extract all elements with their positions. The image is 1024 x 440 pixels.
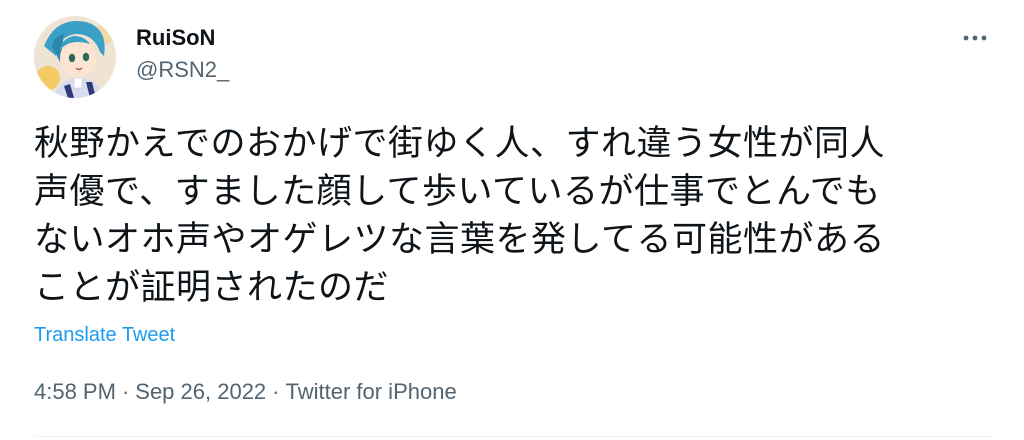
tweet-text-line: 声優で、すました顔して歩いているが仕事でとんでも (34, 172, 881, 212)
author-display-name[interactable]: RuiSoN (136, 24, 215, 52)
tweet-metadata: 4:58 PM · Sep 26, 2022 · Twitter for iPhone (34, 378, 457, 406)
tweet-card: RuiSoN @RSN2_ 秋野かえでのおかげで街ゆく人、すれ違う女性が同人 声… (0, 0, 1024, 440)
tweet-time[interactable]: 4:58 PM (34, 379, 116, 404)
tweet-date[interactable]: Sep 26, 2022 (135, 379, 266, 404)
avatar[interactable] (34, 16, 116, 98)
more-options-button[interactable] (952, 20, 998, 56)
meta-separator: · (121, 379, 130, 404)
author-handle[interactable]: @RSN2_ (136, 56, 229, 84)
tweet-text-line: 秋野かえでのおかげで街ゆく人、すれ違う女性が同人 (34, 124, 885, 164)
avatar-image (34, 16, 116, 98)
divider (34, 436, 994, 437)
tweet-source[interactable]: Twitter for iPhone (286, 379, 457, 404)
tweet-text: 秋野かえでのおかげで街ゆく人、すれ違う女性が同人 声優で、すました顔して歩いてい… (34, 120, 994, 312)
translate-tweet-link[interactable]: Translate Tweet (34, 322, 175, 348)
ellipsis-icon (963, 35, 987, 41)
tweet-text-line: ないオホ声やオゲレツな言葉を発してる可能性がある (34, 220, 885, 260)
tweet-text-line: ことが証明されたのだ (34, 268, 390, 308)
meta-separator: · (272, 379, 280, 404)
